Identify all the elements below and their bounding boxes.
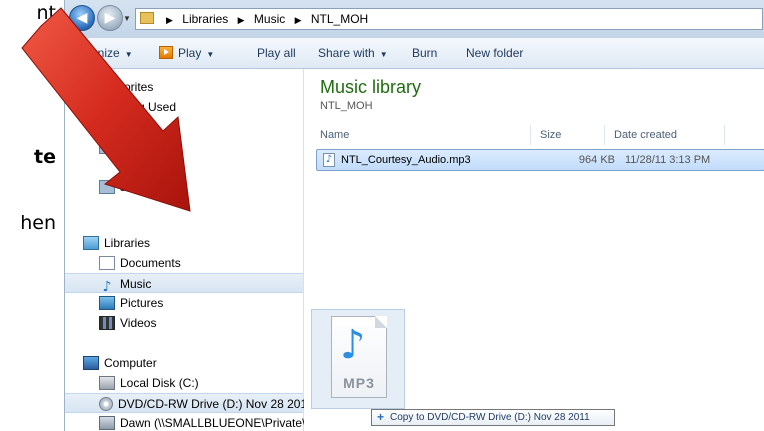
drag-preview: ♪ MP3 [311, 309, 405, 409]
nav-label: Computer [104, 356, 157, 370]
network-drive-icon [99, 416, 115, 430]
star-icon: ★ [84, 82, 98, 98]
mp3-label: MP3 [343, 375, 375, 391]
library-subtitle: NTL_MOH [320, 100, 373, 112]
chevron-right-icon[interactable]: ▶ [295, 15, 302, 25]
nav-item-pictures[interactable]: Pictures [65, 293, 337, 313]
nav-item-computer[interactable]: Computer [65, 353, 321, 373]
background-document-text: nt te hen [0, 0, 64, 431]
music-note-icon: ♪ [102, 279, 112, 295]
plus-icon: + [376, 410, 384, 424]
nav-item-downloads[interactable]: s [65, 137, 337, 157]
column-header-name[interactable]: Name [320, 125, 349, 145]
explorer-window: ◀ ▶ ▼ ▶ Libraries ▶ Music ▶ NTL_MOH Orga… [64, 0, 764, 431]
nav-label: Videos [120, 316, 157, 330]
column-divider[interactable] [604, 125, 605, 145]
play-label: Play [178, 46, 202, 60]
nav-label: Favorites [104, 80, 154, 94]
videos-icon [99, 316, 115, 330]
nav-item-documents[interactable]: Documents [65, 253, 337, 273]
nav-label: Freq Used [120, 100, 177, 114]
folder-icon [140, 12, 154, 24]
library-title: Music library [320, 77, 422, 97]
doc-text-fragment: te [34, 146, 56, 168]
tooltip-text: Copy to DVD/CD-RW Drive (D:) Nov 28 2011 [390, 412, 590, 423]
libraries-icon [83, 236, 99, 250]
chevron-down-icon: ▼ [379, 50, 388, 59]
doc-text-fragment: hen [20, 212, 56, 234]
nav-label: top [120, 120, 137, 134]
column-divider[interactable] [724, 125, 725, 145]
chevron-right-icon[interactable]: ▶ [166, 15, 173, 25]
nav-item-local-disk[interactable]: Local Disk (C:) [65, 373, 337, 393]
chevron-down-icon: ▼ [206, 50, 215, 59]
doc-text-fragment: nt [36, 2, 57, 24]
pictures-icon [99, 296, 115, 310]
hard-drive-icon [99, 376, 115, 390]
recent-places-icon [99, 180, 115, 194]
drag-copy-tooltip: + Copy to DVD/CD-RW Drive (D:) Nov 28 201… [371, 409, 615, 426]
play-button[interactable]: Play ▼ [159, 46, 214, 60]
breadcrumb: ▶ Libraries ▶ Music ▶ NTL_MOH [160, 9, 368, 30]
nav-item-network-share[interactable]: Dawn (\\SMALLBLUEONE\Private\Use [65, 413, 337, 431]
file-size: 964 KB [578, 154, 615, 166]
column-header-size[interactable]: Size [540, 125, 561, 145]
burn-button[interactable]: Burn [412, 46, 437, 60]
navigation-pane: ★ Favorites Freq Used top s s Libraries D… [65, 69, 327, 431]
nav-item-music[interactable]: ♪ Music [65, 273, 303, 295]
breadcrumb-libraries[interactable]: Libraries [182, 12, 228, 26]
nav-item-dvd-drive[interactable]: DVD/CD-RW Drive (D:) Nov 28 2011 [65, 393, 313, 413]
downloads-icon [99, 140, 115, 154]
nav-label: Dawn (\\SMALLBLUEONE\Private\Use [120, 416, 327, 430]
nav-item-freq-used[interactable]: Freq Used [65, 97, 337, 117]
nav-label: Libraries [104, 236, 151, 250]
table-row[interactable]: ♪ NTL_Courtesy_Audio.mp3 964 KB 11/28/11… [316, 149, 764, 171]
organize-label: Organize [71, 46, 120, 60]
desktop-icon [99, 120, 115, 134]
dvd-drive-icon [99, 397, 113, 411]
page-fold [375, 316, 387, 328]
nav-item-favorites[interactable]: ★ Favorites [65, 77, 321, 97]
new-folder-button[interactable]: New folder [466, 46, 523, 60]
column-divider[interactable] [530, 125, 531, 145]
column-header-date-created[interactable]: Date created [614, 125, 677, 145]
share-with-button[interactable]: Share with ▼ [318, 46, 388, 60]
back-button[interactable]: ◀ [69, 5, 95, 31]
nav-item-libraries[interactable]: Libraries [65, 233, 321, 253]
address-bar-area: ◀ ▶ ▼ ▶ Libraries ▶ Music ▶ NTL_MOH [65, 0, 764, 39]
nav-item-desktop[interactable]: top [65, 117, 337, 137]
command-bar: Organize ▼ Play ▼ Play all Share with ▼ Bur… [65, 38, 764, 69]
breadcrumb-music[interactable]: Music [254, 12, 285, 26]
mp3-file-icon: ♪ MP3 [331, 316, 387, 398]
document-icon [99, 256, 115, 270]
recent-pages-chevron-icon[interactable]: ▼ [123, 14, 131, 23]
breadcrumb-ntl-moh[interactable]: NTL_MOH [311, 12, 368, 26]
chevron-right-icon[interactable]: ▶ [238, 15, 245, 25]
chevron-down-icon: ▼ [124, 50, 133, 59]
nav-label: s [120, 140, 126, 154]
nav-label: Documents [120, 256, 181, 270]
play-all-button[interactable]: Play all [257, 46, 296, 60]
nav-label: Pictures [120, 296, 164, 310]
file-date-created: 11/28/11 3:13 PM [625, 154, 711, 166]
nav-label: Music [120, 277, 152, 291]
computer-icon [83, 356, 99, 370]
folder-icon [99, 100, 115, 114]
nav-item-recent-places[interactable]: s [65, 177, 337, 197]
nav-item-videos[interactable]: Videos [65, 313, 337, 333]
organize-button[interactable]: Organize ▼ [71, 46, 133, 60]
forward-button[interactable]: ▶ [97, 5, 123, 31]
play-icon [159, 46, 173, 59]
file-name: NTL_Courtesy_Audio.mp3 [341, 154, 471, 166]
nav-label: s [120, 180, 126, 194]
share-with-label: Share with [318, 46, 375, 60]
audio-file-icon: ♪ [323, 153, 335, 167]
address-field[interactable]: ▶ Libraries ▶ Music ▶ NTL_MOH [135, 8, 763, 30]
nav-label: DVD/CD-RW Drive (D:) Nov 28 2011 [118, 397, 313, 411]
nav-label: Local Disk (C:) [120, 376, 199, 390]
music-note-icon: ♪ [340, 322, 366, 368]
